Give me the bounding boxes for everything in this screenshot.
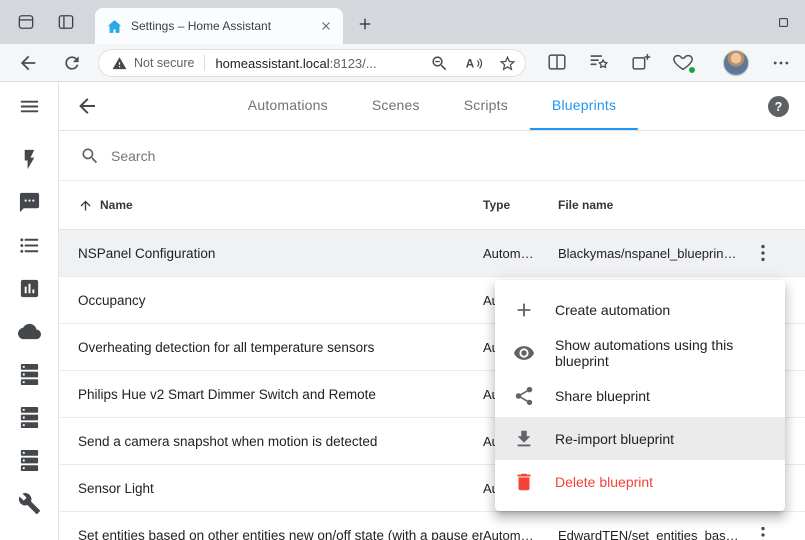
eye-icon (513, 342, 535, 364)
screen: Settings – Home Assistant Not secure hom… (0, 0, 805, 540)
zoom-out-icon[interactable] (430, 54, 449, 73)
sort-ascending-icon (78, 198, 93, 213)
read-aloud-icon[interactable]: A (464, 54, 483, 73)
tab-automations[interactable]: Automations (226, 82, 350, 130)
back-button[interactable] (16, 51, 40, 75)
add-favorite-star-icon[interactable] (498, 54, 517, 73)
address-bar-actions: A (430, 54, 517, 73)
sidebar-item-energy[interactable] (0, 138, 58, 181)
row-name: Send a camera snapshot when motion is de… (78, 434, 483, 449)
favorites-icon[interactable] (588, 51, 610, 73)
share-icon (513, 385, 535, 407)
menu-item-reimport-blueprint[interactable]: Re-import blueprint (495, 417, 785, 460)
row-name: Sensor Light (78, 481, 483, 496)
ha-back-icon[interactable] (75, 94, 99, 118)
ha-nav-tabs: Automations Scenes Scripts Blueprints (226, 82, 638, 130)
browser-tab[interactable]: Settings – Home Assistant (95, 8, 343, 44)
menu-item-delete-blueprint[interactable]: Delete blueprint (495, 460, 785, 503)
vertical-tabs-icon[interactable] (52, 8, 80, 36)
row-file: EdwardTEN/set_entities_bas… (558, 528, 744, 540)
sidebar-item-addon-3[interactable] (0, 439, 58, 482)
new-tab-button[interactable] (352, 11, 378, 37)
profile-avatar[interactable] (723, 50, 749, 76)
url-suffix[interactable]: :8123/... (330, 56, 377, 71)
menu-item-create-automation[interactable]: Create automation (495, 288, 785, 331)
blueprint-context-menu: Create automation Show automations using… (495, 280, 785, 511)
search-icon (80, 146, 100, 166)
ha-header: Automations Scenes Scripts Blueprints ? (59, 82, 805, 131)
sidebar-menu-icon[interactable] (18, 95, 41, 118)
menu-item-share-blueprint[interactable]: Share blueprint (495, 374, 785, 417)
trash-icon (513, 471, 535, 493)
plus-icon (513, 299, 535, 321)
row-name: Overheating detection for all temperatur… (78, 340, 483, 355)
search-input[interactable] (111, 148, 431, 164)
sidebar-item-cloud[interactable] (0, 310, 58, 353)
browser-titlebar: Settings – Home Assistant (0, 0, 805, 44)
toolbar-right-icons (546, 51, 694, 73)
row-name: Set entities based on other entities new… (78, 528, 483, 540)
column-header-file[interactable]: File name (558, 198, 744, 212)
table-row[interactable]: Set entities based on other entities new… (59, 512, 805, 540)
download-icon (513, 428, 535, 450)
table-row[interactable]: NSPanel Configuration Autom… Blackymas/n… (59, 230, 805, 277)
row-type: Autom… (483, 528, 558, 540)
row-overflow-menu-icon[interactable] (752, 242, 774, 264)
essentials-status-dot (688, 66, 696, 74)
help-button[interactable]: ? (768, 96, 789, 117)
row-file: Blackymas/nspanel_blueprin… (558, 246, 744, 261)
tab-scripts[interactable]: Scripts (442, 82, 530, 130)
tab-title: Settings – Home Assistant (131, 19, 309, 33)
column-header-name[interactable]: Name (78, 198, 483, 213)
column-header-type[interactable]: Type (483, 198, 558, 212)
browser-menu-icon[interactable] (768, 51, 794, 75)
table-header: Name Type File name (59, 181, 805, 230)
tab-scenes[interactable]: Scenes (350, 82, 442, 130)
collections-icon[interactable] (630, 51, 652, 73)
sidebar-item-logbook[interactable] (0, 224, 58, 267)
menu-item-show-automations[interactable]: Show automations using this blueprint (495, 331, 785, 374)
browser-toolbar: Not secure homeassistant.local :8123/...… (0, 44, 805, 82)
sidebar-item-history[interactable] (0, 267, 58, 310)
maximize-button[interactable] (769, 9, 797, 35)
row-name: Occupancy (78, 293, 483, 308)
search-row (59, 131, 805, 181)
address-bar[interactable]: Not secure homeassistant.local :8123/...… (98, 49, 526, 77)
address-divider (204, 55, 205, 71)
tab-blueprints[interactable]: Blueprints (530, 82, 638, 130)
tab-close-icon[interactable] (317, 17, 335, 35)
row-type: Autom… (483, 246, 558, 261)
not-secure-warning-icon[interactable] (112, 56, 127, 71)
sidebar-item-tools[interactable] (0, 482, 58, 525)
refresh-button[interactable] (60, 51, 84, 75)
sidebar-item-addon-1[interactable] (0, 353, 58, 396)
row-overflow-menu-icon[interactable] (752, 524, 774, 540)
security-label[interactable]: Not secure (134, 56, 194, 70)
browser-essentials-icon[interactable] (672, 51, 694, 73)
home-assistant-favicon (106, 18, 123, 35)
row-name: NSPanel Configuration (78, 246, 483, 261)
url-host[interactable]: homeassistant.local (215, 56, 329, 71)
ha-sidebar (0, 82, 59, 540)
split-screen-icon[interactable] (546, 51, 568, 73)
svg-text:A: A (466, 56, 475, 70)
workspaces-icon[interactable] (12, 8, 40, 36)
row-name: Philips Hue v2 Smart Dimmer Switch and R… (78, 387, 483, 402)
sidebar-item-addon-2[interactable] (0, 396, 58, 439)
sidebar-item-assist[interactable] (0, 181, 58, 224)
